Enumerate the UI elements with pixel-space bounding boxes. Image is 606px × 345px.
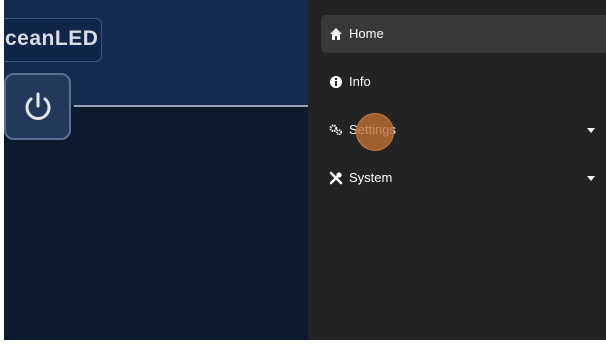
header-divider (74, 105, 308, 107)
chevron-down-icon (587, 176, 595, 181)
menu-item-label: Home (349, 26, 384, 41)
navigation-drawer: Home Info Settings System (308, 0, 606, 340)
menu-item-home[interactable]: Home (321, 15, 606, 53)
chevron-down-icon (587, 128, 595, 133)
power-icon (25, 92, 51, 120)
menu-item-label: System (349, 170, 393, 185)
power-button[interactable] (4, 73, 71, 140)
menu-item-label: Info (349, 74, 371, 89)
gears-icon (329, 124, 343, 136)
menu-item-info[interactable]: Info (321, 63, 606, 101)
info-icon (330, 76, 342, 88)
background-panel: ceanLED (4, 0, 308, 340)
brand-logo: ceanLED (4, 18, 102, 62)
menu-item-system[interactable]: System (321, 159, 606, 197)
home-icon (330, 28, 342, 40)
bottom-edge (0, 340, 606, 345)
touch-ripple (356, 113, 394, 151)
tools-icon (329, 171, 343, 185)
brand-logo-text: ceanLED (5, 27, 99, 50)
